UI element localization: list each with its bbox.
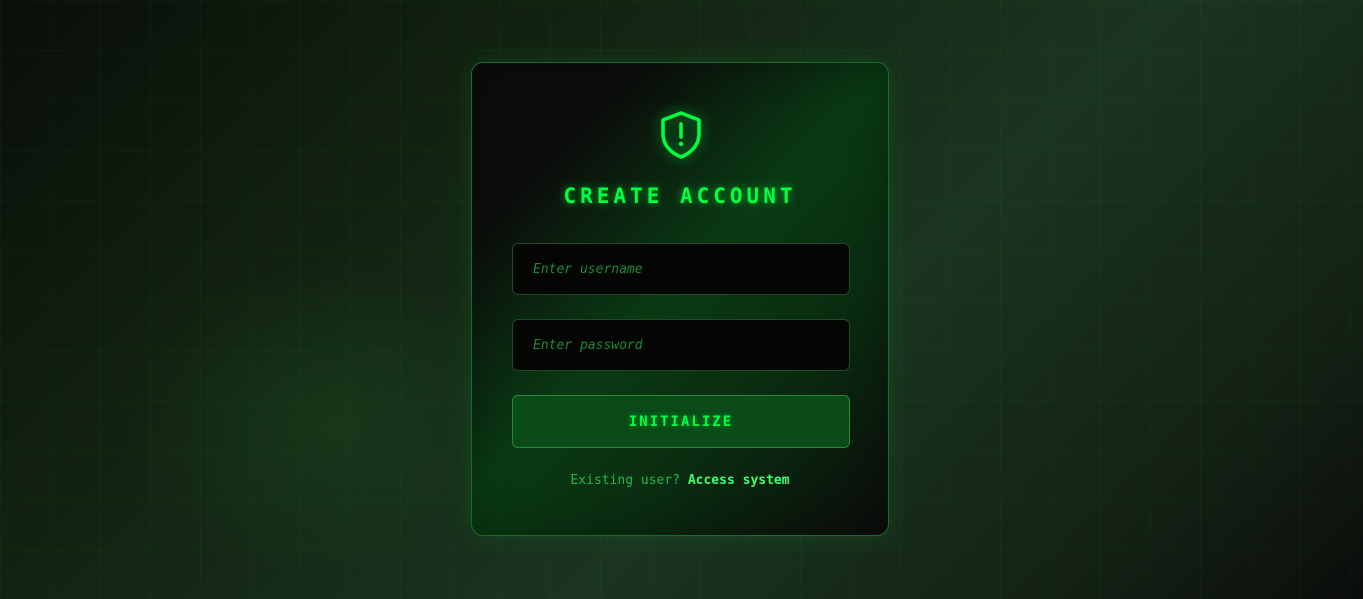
signup-card: CREATE ACCOUNT INITIALIZE Existing user?… <box>471 62 889 536</box>
password-input[interactable] <box>512 319 850 371</box>
login-prompt-text: Existing user? <box>570 473 680 488</box>
login-prompt: Existing user? Access system <box>472 473 888 488</box>
shield-alert-icon <box>661 111 701 159</box>
initialize-button[interactable]: INITIALIZE <box>512 395 850 448</box>
access-system-link[interactable]: Access system <box>688 473 790 488</box>
username-input[interactable] <box>512 243 850 295</box>
page-title: CREATE ACCOUNT <box>563 184 797 208</box>
